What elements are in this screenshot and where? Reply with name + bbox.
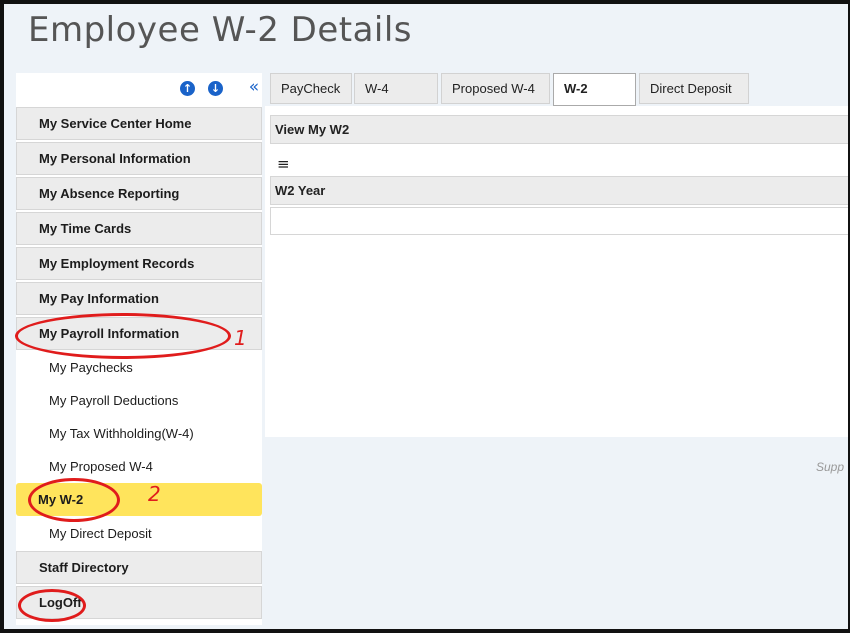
arrow-down-circle-icon[interactable]: ↓ (208, 81, 223, 96)
arrow-up-circle-icon[interactable]: ↑ (180, 81, 195, 96)
sidebar-item-pay-information[interactable]: My Pay Information (16, 282, 262, 315)
section-header-view-my-w2: View My W2 (270, 115, 850, 144)
subitem-my-direct-deposit[interactable]: My Direct Deposit (16, 517, 262, 550)
sidebar-toolbar: ↑ ↓ « (16, 73, 262, 107)
tab-proposed-w4[interactable]: Proposed W-4 (441, 73, 550, 104)
sidebar-item-staff-directory[interactable]: Staff Directory (16, 551, 262, 584)
sidebar-item-personal-information[interactable]: My Personal Information (16, 142, 262, 175)
sidebar-item-employment-records[interactable]: My Employment Records (16, 247, 262, 280)
annotation-number-2: 2 (148, 482, 161, 506)
table-row (270, 207, 850, 235)
annotation-circle-logoff (18, 589, 86, 622)
tab-w2[interactable]: W-2 (553, 73, 636, 106)
annotation-number-1: 1 (234, 326, 247, 350)
tab-w4[interactable]: W-4 (354, 73, 438, 104)
annotation-circle-w2 (28, 478, 120, 522)
sidebar-item-service-center-home[interactable]: My Service Center Home (16, 107, 262, 140)
sidebar-item-time-cards[interactable]: My Time Cards (16, 212, 262, 245)
annotation-circle-payroll (15, 313, 231, 359)
footer-support-text[interactable]: Supp (816, 460, 844, 474)
hamburger-menu-icon[interactable]: ≡ (277, 155, 290, 173)
subitem-my-tax-withholding[interactable]: My Tax Withholding(W-4) (16, 417, 262, 450)
tab-paycheck[interactable]: PayCheck (270, 73, 352, 104)
column-header-w2-year[interactable]: W2 Year (270, 176, 850, 205)
main-panel: PayCheck W-4 Proposed W-4 W-2 Direct Dep… (265, 73, 850, 633)
page-title: Employee W-2 Details (28, 10, 413, 50)
subitem-my-payroll-deductions[interactable]: My Payroll Deductions (16, 384, 262, 417)
content-panel: View My W2 ≡ W2 Year (265, 106, 850, 437)
collapse-sidebar-icon[interactable]: « (244, 77, 264, 97)
sidebar-item-absence-reporting[interactable]: My Absence Reporting (16, 177, 262, 210)
tab-direct-deposit[interactable]: Direct Deposit (639, 73, 749, 104)
subitem-my-proposed-w4[interactable]: My Proposed W-4 (16, 450, 262, 483)
